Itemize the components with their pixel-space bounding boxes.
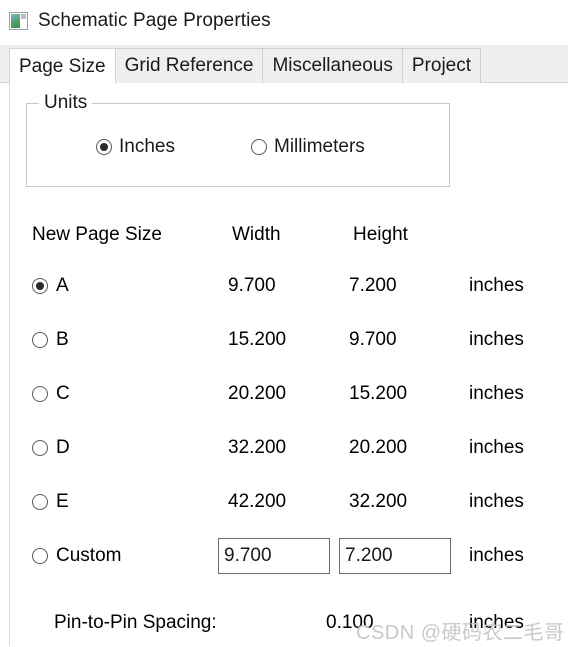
radio-page-size-d-indicator[interactable] (32, 440, 48, 456)
table-row[interactable]: D 32.200 20.200 inches (10, 421, 568, 475)
window-title: Schematic Page Properties (38, 9, 271, 31)
radio-page-size-b-label: B (56, 329, 69, 350)
tab-grid-reference-label: Grid Reference (124, 55, 254, 76)
table-row[interactable]: A 9.700 7.200 inches (10, 259, 568, 313)
pin-to-pin-spacing-units: inches (469, 612, 524, 633)
tab-strip: Page Size Grid Reference Miscellaneous P… (0, 45, 568, 84)
radio-page-size-c-label: C (56, 383, 70, 404)
new-page-size-table: New Page Size Width Height A 9.700 7.200… (10, 211, 568, 583)
table-row[interactable]: E 42.200 32.200 inches (10, 475, 568, 529)
radio-page-size-c-indicator[interactable] (32, 386, 48, 402)
page-size-b-units: inches (469, 329, 524, 350)
table-header-row: New Page Size Width Height (10, 211, 568, 259)
page-size-tab-panel: Units Inches Millimeters New Page Size W… (9, 83, 568, 646)
custom-width-input[interactable] (218, 538, 330, 574)
panel-left-gutter (0, 83, 9, 646)
radio-page-size-custom-indicator[interactable] (32, 548, 48, 564)
pin-to-pin-spacing-row: Pin-to-Pin Spacing: 0.100 inches (10, 607, 568, 647)
pin-to-pin-spacing-label: Pin-to-Pin Spacing: (54, 612, 217, 633)
table-row-custom[interactable]: Custom inches (10, 529, 568, 583)
column-header-new-page-size: New Page Size (32, 224, 162, 245)
radio-units-millimeters-indicator[interactable] (251, 139, 267, 155)
radio-units-millimeters-label: Millimeters (274, 136, 365, 157)
tab-page-size[interactable]: Page Size (9, 48, 116, 84)
radio-units-inches-label: Inches (119, 136, 175, 157)
icon-gradient-left (11, 13, 20, 28)
schematic-page-icon (9, 11, 28, 30)
column-header-height: Height (353, 224, 408, 245)
radio-units-inches-indicator[interactable] (96, 139, 112, 155)
page-size-a-height: 7.200 (349, 275, 397, 296)
page-size-d-height: 20.200 (349, 437, 408, 458)
page-size-d-units: inches (469, 437, 524, 458)
page-size-c-height: 15.200 (349, 383, 408, 404)
radio-page-size-custom[interactable]: Custom (32, 545, 121, 567)
page-size-a-units: inches (469, 275, 524, 296)
radio-page-size-b-indicator[interactable] (32, 332, 48, 348)
column-header-width: Width (232, 224, 281, 245)
page-size-b-width: 15.200 (228, 329, 287, 350)
pin-to-pin-spacing-value: 0.100 (326, 612, 374, 633)
tab-grid-reference[interactable]: Grid Reference (114, 48, 264, 83)
tab-list: Page Size Grid Reference Miscellaneous P… (9, 48, 482, 84)
page-size-c-width: 20.200 (228, 383, 287, 404)
tab-project[interactable]: Project (401, 48, 482, 83)
radio-page-size-a-indicator[interactable] (32, 278, 48, 294)
units-group-box: Units Inches Millimeters (26, 92, 450, 187)
custom-height-input[interactable] (339, 538, 451, 574)
page-size-b-height: 9.700 (349, 329, 397, 350)
tab-miscellaneous-label: Miscellaneous (272, 55, 393, 76)
page-size-d-width: 32.200 (228, 437, 287, 458)
radio-page-size-e-label: E (56, 491, 69, 512)
page-size-a-width: 9.700 (228, 275, 276, 296)
radio-page-size-b[interactable]: B (32, 329, 69, 351)
tab-page-size-label: Page Size (19, 55, 106, 77)
page-size-e-units: inches (469, 491, 524, 512)
units-group-label: Units (39, 92, 93, 114)
radio-page-size-d[interactable]: D (32, 437, 70, 459)
page-size-c-units: inches (469, 383, 524, 404)
custom-units-label: inches (469, 545, 524, 566)
radio-page-size-c[interactable]: C (32, 383, 70, 405)
radio-page-size-e[interactable]: E (32, 491, 69, 513)
radio-page-size-a[interactable]: A (32, 275, 69, 297)
page-size-e-height: 32.200 (349, 491, 408, 512)
radio-page-size-custom-label: Custom (56, 545, 122, 566)
table-row[interactable]: C 20.200 15.200 inches (10, 367, 568, 421)
radio-page-size-a-label: A (56, 275, 69, 296)
window-title-bar: Schematic Page Properties (0, 0, 568, 41)
radio-page-size-e-indicator[interactable] (32, 494, 48, 510)
table-row[interactable]: B 15.200 9.700 inches (10, 313, 568, 367)
tab-project-label: Project (411, 55, 472, 76)
page-size-e-width: 42.200 (228, 491, 287, 512)
icon-block-right (21, 13, 26, 19)
radio-units-millimeters[interactable]: Millimeters (251, 136, 365, 158)
tab-miscellaneous[interactable]: Miscellaneous (262, 48, 403, 83)
radio-units-inches[interactable]: Inches (96, 136, 175, 158)
radio-page-size-d-label: D (56, 437, 70, 458)
